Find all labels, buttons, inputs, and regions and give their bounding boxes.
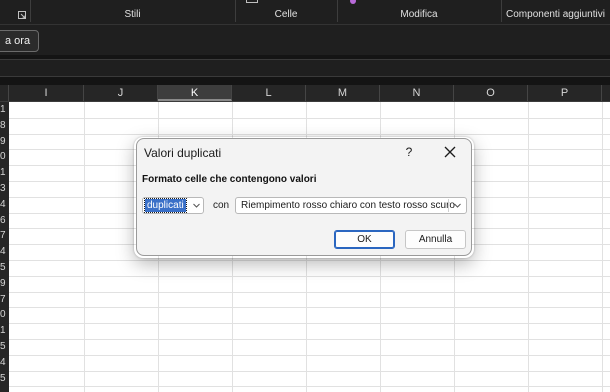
row-header[interactable]: 7 (0, 292, 9, 308)
divider (0, 77, 610, 85)
clear-icon[interactable] (350, 0, 356, 4)
cancel-button[interactable]: Annulla (405, 230, 466, 249)
row-header[interactable]: 1 (0, 165, 9, 181)
gridline (9, 133, 610, 135)
ribbon-group-celle: Celle (274, 9, 298, 20)
dialog-heading: Formato celle che contengono valori (142, 174, 317, 185)
row-header[interactable]: 8 (0, 118, 9, 134)
select-divider (448, 199, 449, 212)
row-header[interactable]: 6 (0, 213, 9, 229)
row-header[interactable]: 4 (0, 355, 9, 371)
notification-bar: a ora (0, 24, 610, 55)
dialog-launcher-icon[interactable] (18, 11, 26, 19)
column-header[interactable]: L (232, 85, 306, 101)
gridline (9, 323, 610, 325)
ok-button[interactable]: OK (334, 230, 395, 249)
column-header[interactable]: I (9, 85, 84, 101)
gridline (602, 102, 603, 392)
notification-action-button[interactable]: a ora (0, 30, 40, 52)
gridline (9, 386, 610, 388)
close-icon[interactable] (440, 142, 460, 162)
row-header[interactable]: 0 (0, 307, 9, 323)
row-header[interactable]: 5 (0, 339, 9, 355)
row-header[interactable]: 7 (0, 228, 9, 244)
row-header[interactable]: 9 (0, 276, 9, 292)
column-header[interactable]: M (306, 85, 380, 101)
row-header[interactable]: 0 (0, 149, 9, 165)
ribbon-group-stili: Stili (124, 9, 141, 20)
row-header[interactable]: 1 (0, 102, 9, 118)
cells-insert-icon[interactable] (246, 0, 258, 3)
excel-window: Stili Celle Modifica Componenti aggiunti… (0, 0, 610, 392)
ribbon-group-componenti-aggiuntivi: Componenti aggiuntivi (506, 9, 605, 20)
format-select-value: Riempimento rosso chiaro con testo rosso… (241, 200, 455, 211)
row-header[interactable]: 4 (0, 197, 9, 213)
column-header-selected[interactable]: K (158, 85, 232, 101)
gridline (9, 339, 610, 340)
column-header[interactable]: N (380, 85, 454, 101)
formula-bar[interactable] (0, 59, 610, 77)
gridline (9, 275, 610, 277)
gridline (9, 354, 610, 356)
duplicate-type-select[interactable]: duplicati (142, 197, 204, 214)
gridline (9, 370, 610, 372)
ribbon: Stili Celle Modifica Componenti aggiunti… (0, 0, 610, 24)
con-label: con (213, 200, 230, 211)
duplicate-values-dialog: Valori duplicati ? Formato celle che con… (136, 138, 472, 256)
gridline (9, 307, 610, 309)
duplicate-type-value: duplicati (144, 198, 187, 213)
chevron-down-icon (454, 203, 461, 208)
column-header[interactable]: P (528, 85, 602, 101)
row-header[interactable]: 5 (0, 371, 9, 387)
column-header[interactable]: O (454, 85, 528, 101)
column-header[interactable]: J (84, 85, 158, 101)
row-header[interactable]: 5 (0, 260, 9, 276)
gridline (9, 117, 610, 119)
gridline (9, 291, 610, 293)
help-button[interactable]: ? (400, 143, 418, 161)
row-header[interactable]: 9 (0, 134, 9, 150)
format-select[interactable]: Riempimento rosso chiaro con testo rosso… (235, 197, 467, 214)
ribbon-group-modifica: Modifica (400, 9, 438, 20)
dialog-title: Valori duplicati (144, 146, 222, 160)
chevron-down-icon (193, 203, 200, 208)
gridline (528, 102, 529, 392)
gridline (9, 260, 610, 261)
column-header-bar: I J K L M N O P (0, 85, 610, 102)
gridline (84, 102, 85, 392)
row-header[interactable]: 4 (0, 244, 9, 260)
select-all-corner[interactable] (0, 85, 9, 101)
row-header[interactable]: 1 (0, 323, 9, 339)
row-header[interactable]: 3 (0, 181, 9, 197)
